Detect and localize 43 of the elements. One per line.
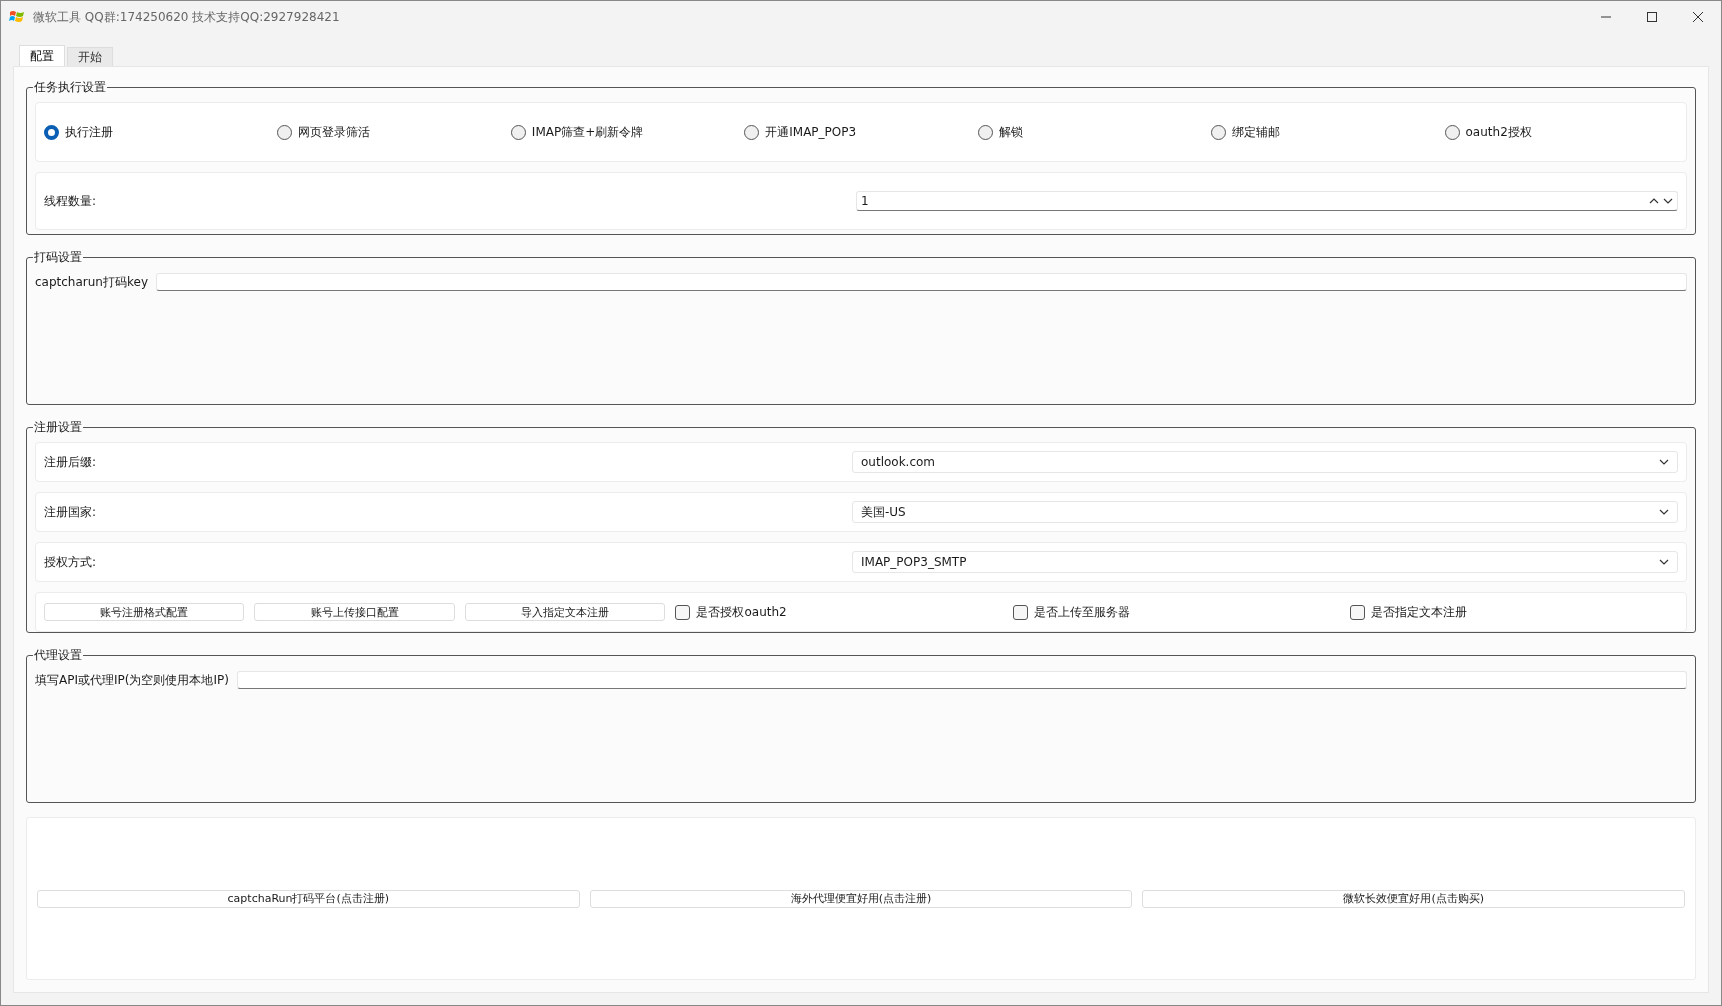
radio-option[interactable]: IMAP筛查+刷新令牌 — [510, 123, 745, 141]
link-button[interactable]: captchaRun打码平台(点击注册) — [37, 889, 580, 908]
config-button[interactable]: 账号上传接口配置 — [254, 603, 455, 621]
radio-option[interactable]: oauth2授权 — [1444, 123, 1678, 141]
radio-option[interactable]: 解锁 — [977, 123, 1212, 141]
field-label: 注册后缀: — [44, 453, 97, 471]
link-button[interactable]: 微软长效便宜好用(点击购买) — [1142, 889, 1685, 908]
chevron-up-icon[interactable] — [1649, 198, 1659, 204]
app-logo-icon — [9, 9, 25, 25]
radio-option[interactable]: 网页登录筛活 — [277, 123, 511, 141]
chevron-down-icon[interactable] — [1663, 198, 1673, 204]
dropdown[interactable]: 美国-US — [852, 501, 1678, 523]
chevron-down-icon[interactable] — [1659, 459, 1669, 465]
link-button[interactable]: 海外代理便宜好用(点击注册) — [589, 889, 1133, 908]
window-title: 微软工具 QQ群:174250620 技术支持QQ:2927928421 — [33, 8, 340, 26]
checkbox[interactable]: 是否上传至服务器 — [1012, 603, 1341, 621]
radio-option[interactable]: 绑定辅邮 — [1211, 123, 1445, 141]
group-title: 注册设置 — [33, 419, 83, 436]
dropdown[interactable]: IMAP_POP3_SMTP — [852, 551, 1678, 573]
dropdown[interactable]: outlook.com — [852, 451, 1678, 473]
checkbox[interactable]: 是否授权oauth2 — [675, 603, 1003, 621]
group-title: 代理设置 — [33, 647, 83, 664]
field-label: 注册国家: — [44, 503, 97, 521]
checkbox[interactable]: 是否指定文本注册 — [1350, 603, 1678, 621]
field-label: captcharun打码key — [35, 273, 148, 291]
field-label: 线程数量: — [44, 192, 97, 210]
group-title: 打码设置 — [33, 249, 83, 266]
field-label: 授权方式: — [44, 553, 97, 571]
radio-option[interactable]: 执行注册 — [44, 123, 278, 141]
field-label: 填写API或代理IP(为空则使用本地IP) — [35, 671, 229, 689]
config-button[interactable]: 导入指定文本注册 — [464, 603, 666, 621]
chevron-down-icon[interactable] — [1659, 559, 1669, 565]
tab[interactable]: 开始 — [67, 47, 113, 66]
input-field[interactable] — [156, 273, 1687, 291]
maximize-icon — [1647, 12, 1657, 22]
chevron-down-icon[interactable] — [1659, 509, 1669, 515]
tab[interactable]: 配置 — [19, 45, 65, 66]
input-field[interactable] — [236, 671, 1687, 689]
number-field[interactable]: 1 — [856, 191, 1678, 211]
config-button[interactable]: 账号注册格式配置 — [44, 603, 245, 621]
group-title: 任务执行设置 — [33, 79, 107, 96]
close-icon — [1693, 12, 1703, 22]
radio-option[interactable]: 开通IMAP_POP3 — [744, 123, 978, 141]
